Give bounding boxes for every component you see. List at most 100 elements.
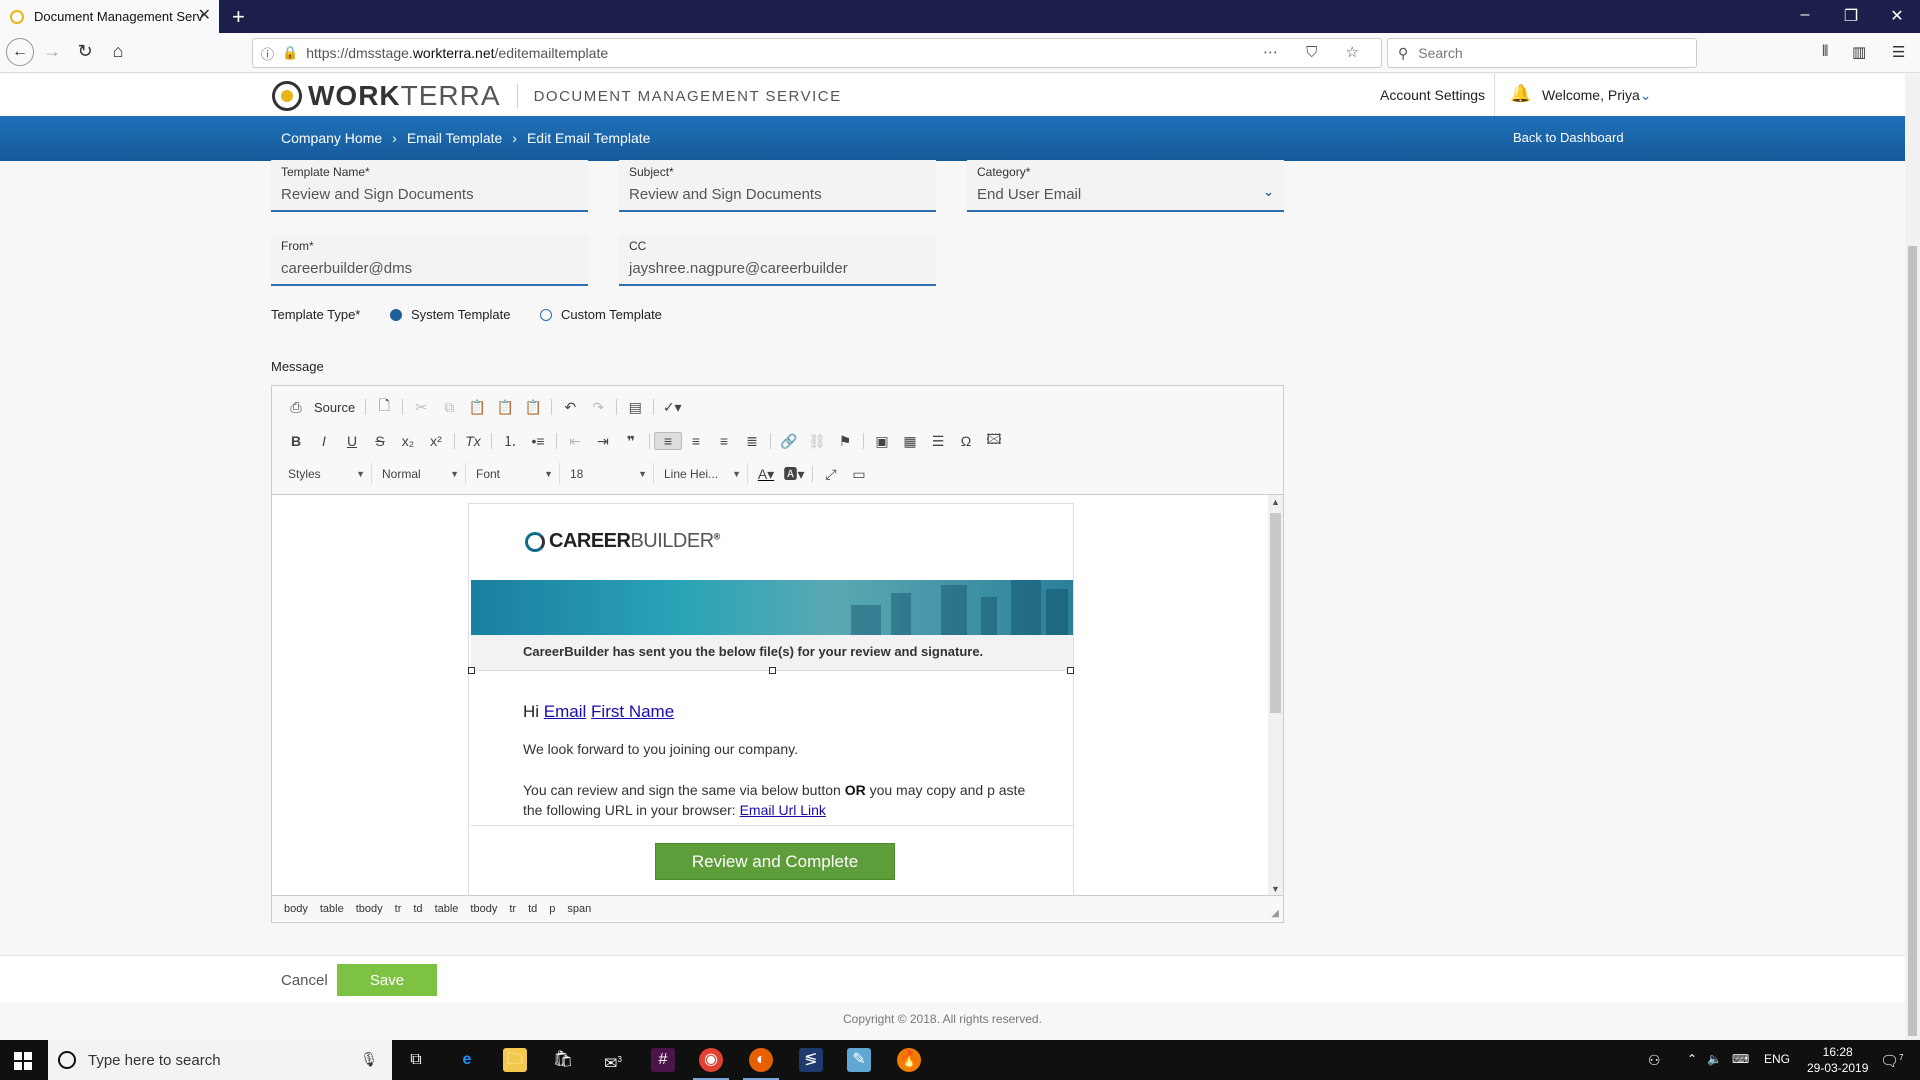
path-item[interactable]: td [413,903,422,915]
forward-arrow-icon[interactable]: → [40,41,64,62]
resize-handle[interactable] [1067,667,1074,674]
keyboard-icon[interactable]: ⌨ [1732,1052,1749,1066]
maximize-icon[interactable]: ⤢ [817,466,845,483]
editor-content-area[interactable]: CAREERBUILDER® CareerBuilder has sent yo… [272,494,1283,895]
paste-word-icon[interactable]: 📋 [519,399,547,416]
line-height-dropdown[interactable]: Line Hei... ▼ [658,463,748,485]
volume-icon[interactable]: 🔈 [1707,1052,1722,1066]
resize-handle[interactable] [468,667,475,674]
save-button[interactable]: Save [337,964,437,996]
underline-icon[interactable]: U [338,433,366,449]
first-name-placeholder-link[interactable]: First Name [591,702,674,721]
horizontal-rule-icon[interactable]: ☰ [924,433,952,450]
email-url-link[interactable]: Email Url Link [740,802,826,818]
radio-selected-icon[interactable] [390,308,402,321]
scroll-up-icon[interactable]: ▲ [1268,497,1283,507]
url-bar[interactable]: ⓘ 🔒 https://dmsstage.workterra.net/edite… [252,38,1382,68]
close-tab-icon[interactable]: ✕ [198,8,211,24]
scroll-down-icon[interactable]: ▼ [1268,884,1283,894]
page-scrollbar[interactable] [1905,74,1920,1040]
slack-icon[interactable]: # [651,1048,675,1072]
browser-search-input[interactable]: ⚲ Search [1387,38,1697,68]
redo-icon[interactable]: ↷ [584,399,612,416]
cancel-button[interactable]: Cancel [281,972,328,989]
page-scroll-thumb[interactable] [1908,246,1917,1036]
system-clock[interactable]: 16:28 29-03-2019 [1807,1044,1868,1076]
language-indicator[interactable]: ENG [1764,1052,1790,1066]
info-icon[interactable]: ⓘ [261,44,274,63]
back-to-dashboard-link[interactable]: Back to Dashboard [1513,130,1624,145]
template-name-field[interactable]: Template Name* Review and Sign Documents [271,160,588,212]
email-placeholder-link[interactable]: Email [544,702,587,721]
library-icon[interactable]: ⫴ [1822,43,1828,60]
browser-tab[interactable]: Document Management Servic ✕ [0,0,219,33]
align-right-icon[interactable]: ≡ [710,433,738,449]
path-item[interactable]: tbody [470,903,497,915]
path-item[interactable]: td [528,903,537,915]
strikethrough-icon[interactable]: S [366,433,394,449]
radio-custom-template[interactable]: Custom Template [540,307,662,322]
remove-format-icon[interactable]: Tx [459,433,487,449]
tray-chevron-icon[interactable]: ⌃ [1687,1052,1697,1066]
notepad-icon[interactable]: ✎ [847,1048,871,1072]
radio-unselected-icon[interactable] [540,308,552,321]
path-item[interactable]: body [284,903,308,915]
path-item[interactable]: span [567,903,591,915]
edge-browser-icon[interactable]: e [455,1048,479,1072]
image-icon[interactable]: 🖾 [980,429,1008,453]
preview-icon[interactable]: 🗋 [370,395,398,419]
cc-field[interactable]: CC jayshree.nagpure@careerbuilder [619,234,936,286]
bold-icon[interactable]: B [282,433,310,449]
store-icon[interactable]: 🛍 [551,1048,575,1072]
path-item[interactable]: table [320,903,344,915]
people-icon[interactable]: ⚇ [1648,1052,1661,1069]
font-dropdown[interactable]: Font ▼ [470,463,560,485]
reload-icon[interactable]: ↻ [73,41,97,62]
path-item[interactable]: tr [509,903,516,915]
unlink-icon[interactable]: ⛓ [803,433,831,450]
mail-icon[interactable]: ✉3 [601,1048,625,1072]
paste-icon[interactable]: 📋 [463,399,491,416]
chrome-icon[interactable]: ◉ [693,1048,729,1080]
cc-value[interactable]: jayshree.nagpure@careerbuilder [629,260,926,277]
minimize-icon[interactable]: – [1790,6,1820,24]
format-dropdown[interactable]: Normal ▼ [376,463,466,485]
file-explorer-icon[interactable]: 🗀 [503,1048,527,1072]
numbered-list-icon[interactable]: ⒈ [496,431,524,451]
undo-icon[interactable]: ↶ [556,399,584,416]
align-left-icon[interactable]: ≡ [654,432,682,450]
show-blocks-icon[interactable]: ▭ [845,466,873,483]
anchor-flag-icon[interactable]: ⚑ [831,433,859,450]
justify-icon[interactable]: ≣ [738,433,766,450]
path-item[interactable]: tr [395,903,402,915]
bulleted-list-icon[interactable]: •≡ [524,433,552,449]
visual-studio-code-icon[interactable]: ≶ [799,1048,823,1072]
menu-icon[interactable]: ☰ [1892,43,1905,61]
new-tab-icon[interactable]: + [232,4,245,30]
home-icon[interactable]: ⌂ [106,41,130,62]
firefox-icon[interactable]: ◐ [743,1048,779,1080]
windows-start-icon[interactable] [14,1052,32,1070]
subscript-icon[interactable]: x₂ [394,433,422,449]
font-size-dropdown[interactable]: 18 ▼ [564,463,654,485]
from-field[interactable]: From* careerbuilder@dms [271,234,588,286]
cut-icon[interactable]: ✂ [407,399,435,416]
special-char-icon[interactable]: Ω [952,433,980,449]
path-item[interactable]: p [549,903,555,915]
page-actions-icons[interactable]: ⋯ ⛉ ☆ [1263,43,1371,61]
subject-value[interactable]: Review and Sign Documents [629,186,926,203]
source-button[interactable]: Source [314,400,355,415]
restore-icon[interactable]: ❐ [1836,6,1866,26]
source-icon[interactable]: ⎙ [282,399,310,416]
category-select[interactable]: Category* End User Email ⌄ [967,160,1284,212]
category-value[interactable]: End User Email [977,186,1274,203]
select-all-icon[interactable]: ▤ [621,399,649,416]
blockquote-icon[interactable]: ❞ [617,433,645,450]
resize-handle[interactable] [769,667,776,674]
indent-icon[interactable]: ⇥ [589,433,617,450]
paste-text-icon[interactable]: 📋 [491,399,519,416]
notification-bell-icon[interactable]: 🔔 [1510,84,1531,104]
link-icon[interactable]: 🔗 [775,433,803,450]
workterra-logo[interactable]: WORKTERRA DOCUMENT MANAGEMENT SERVICE [272,80,842,112]
spellcheck-icon[interactable]: ✓▾ [658,399,686,416]
